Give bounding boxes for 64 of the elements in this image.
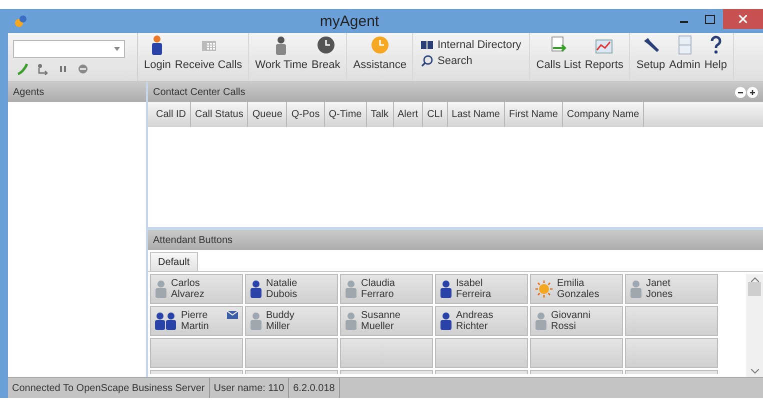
toolbar-button[interactable]: Login	[144, 35, 171, 71]
attendant-button[interactable]	[530, 338, 623, 368]
person-icon	[440, 312, 452, 330]
toolbar-button[interactable]: Reports	[584, 35, 624, 71]
toolbar-button[interactable]: Internal Directory	[421, 39, 522, 51]
attendant-button[interactable]	[435, 338, 528, 368]
toolbar-button[interactable]: Setup	[636, 35, 666, 71]
toolbar-button[interactable]: Admin	[669, 35, 700, 71]
directory-icon	[421, 40, 434, 50]
person-icon	[250, 280, 262, 298]
attendant-button[interactable]	[245, 338, 338, 368]
panel-title: Agents	[13, 86, 46, 98]
attendant-button[interactable]: Buddy Miller	[245, 306, 338, 336]
pause-icon[interactable]	[57, 63, 69, 75]
toolbar-button[interactable]: Assistance	[353, 35, 406, 71]
tab[interactable]: Default	[150, 252, 198, 271]
person-icon	[345, 312, 357, 330]
person-icon	[535, 312, 547, 330]
attendant-button[interactable]: Isabel Ferreira	[435, 274, 528, 304]
toolbar-button[interactable]: Work Time	[255, 35, 308, 71]
attendant-button[interactable]: Janet Jones	[625, 274, 718, 304]
attendant-button[interactable]: Natalie Dubois	[245, 274, 338, 304]
minus-circle-icon[interactable]	[735, 86, 746, 98]
panel-title: Contact Center Calls	[153, 86, 246, 98]
toolbar-button[interactable]: Break	[312, 35, 340, 71]
attendant-button[interactable]	[625, 338, 718, 368]
status-text: 6.2.0.018	[289, 378, 340, 398]
toolbar-button[interactable]: Help	[704, 35, 727, 71]
status-text: Connected To OpenScape Business Server	[8, 378, 210, 398]
transfer-icon[interactable]	[37, 63, 49, 75]
attendant-button[interactable]: Giovanni Rossi	[530, 306, 623, 336]
attendant-button[interactable]	[625, 306, 718, 336]
app-logo-icon	[14, 14, 28, 28]
panel-title: Attendant Buttons	[153, 234, 234, 246]
toolbar-button[interactable]: Calls List	[536, 35, 581, 71]
toolbar-button[interactable]: Receive Calls	[174, 35, 242, 71]
person-icon	[345, 280, 357, 298]
person-icon	[440, 280, 452, 298]
scrollbar-thumb[interactable]	[748, 282, 761, 296]
attendant-button[interactable]	[150, 338, 243, 368]
attendant-button[interactable]: Claudia Ferraro	[340, 274, 433, 304]
attendant-button[interactable]: Andreas Richter	[435, 306, 528, 336]
attendant-button[interactable]: Susanne Mueller	[340, 306, 433, 336]
close-button[interactable]	[723, 9, 763, 29]
number-dropdown[interactable]	[13, 40, 125, 58]
caret-icon	[114, 47, 120, 51]
window-title: myAgent	[318, 12, 380, 30]
person-icon	[630, 280, 642, 298]
phone-handset-icon[interactable]	[17, 63, 29, 75]
attendant-button[interactable]: Emilia Gonzales	[530, 274, 623, 304]
person-icon	[250, 312, 262, 330]
maximize-icon[interactable]	[705, 14, 715, 24]
person-icon	[155, 280, 167, 298]
scrollbar[interactable]	[746, 274, 763, 377]
attendant-button[interactable]	[340, 338, 433, 368]
close-icon	[739, 15, 747, 23]
status-text: User name: 110	[210, 378, 290, 398]
attendant-button[interactable]: Carlos Alvarez	[150, 274, 243, 304]
attendant-button[interactable]: Pierre Martin	[150, 306, 243, 336]
plus-circle-icon[interactable]	[747, 86, 758, 98]
clock-icon	[370, 35, 390, 55]
search-icon	[421, 55, 434, 67]
toolbar-button[interactable]: Search	[421, 55, 522, 67]
clock-icon	[316, 35, 336, 55]
